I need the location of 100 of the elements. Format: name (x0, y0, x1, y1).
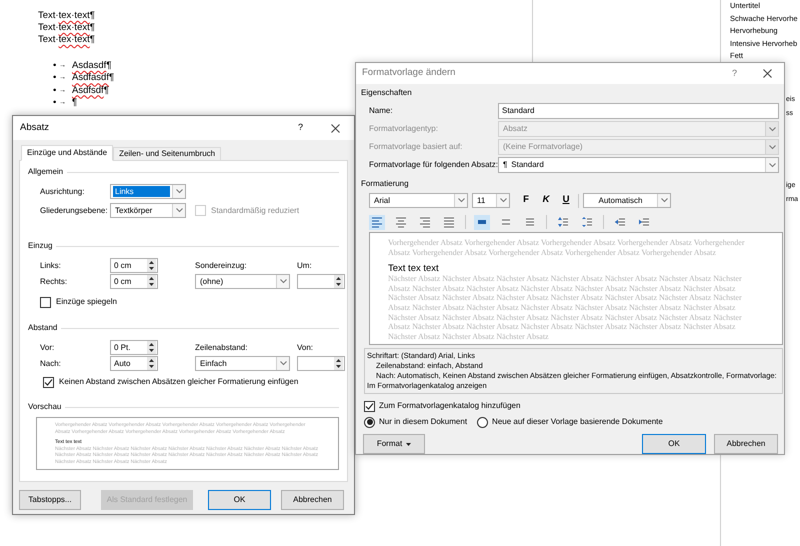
text-field[interactable]: Standard (498, 103, 779, 119)
dialog-button[interactable]: Abbrechen (281, 490, 344, 510)
paragraph-format-button[interactable] (393, 214, 409, 230)
spin-arrows-icon (334, 275, 343, 288)
close-icon[interactable] (763, 69, 772, 78)
section-heading: Einzug (28, 240, 52, 252)
section-heading: Allgemein (28, 166, 64, 178)
spin-arrows-icon (147, 341, 156, 354)
spin-arrows-icon (334, 357, 343, 370)
dialog-button[interactable]: OK (642, 434, 706, 454)
document-text: Text·tex·text¶ (38, 34, 95, 46)
list-bullet: • (53, 96, 58, 110)
preview-text: Nächster Absatz Nächster Absatz Nächster Absatz Nächster Absatz Nächster Absatz Nächster Absatz Nächster Absatz Nächster Absatz Nächster Absatz Nächster Absatz Nächster Absatz Nächster Absatz Nächster Absatz Nächster Absatz Nächster Absatz Nächster Absatz Nächster Absatz Nächster Absatz Nächster Absatz Nächster Absatz Nächster Absatz Nächster Absatz Nächster Absatz Nächster Absatz Nächster Absatz Nächster Absatz Nächster Absatz Nächster Absatz Nächster Absatz Nächster Absatz Nächster Absatz Nächster Absatz Nächster Absatz Nächster Absatz Nächster Absatz Nächster Absatz Nächster Absatz Nächster Absatz Nächster Absatz Nächster Absatz Nächster Absatz Nächster Absatz (388, 274, 743, 342)
document-text: Asdfsdf¶ (72, 84, 109, 97)
dialog-button[interactable]: Abbrechen (714, 434, 778, 454)
preview-text: Vorhergehender Absatz Vorhergehender Absatz Vorhergehender Absatz Vorhergehender Absatz Vorhergehender Absatz Vorhergehender Absatz Vorhergehender Absatz Vorhergehender Absatz Vorhergehender Absatz (388, 238, 746, 258)
chevron-down-icon (176, 208, 182, 213)
field-label: Vor: (40, 342, 56, 354)
radio-button[interactable] (364, 416, 375, 428)
field-label: Neue auf dieser Vorlage basierende Dokumente (492, 416, 663, 428)
paragraph-format-button[interactable] (441, 214, 457, 230)
paragraph-format-button[interactable] (474, 214, 490, 230)
align-right-icon (419, 216, 431, 228)
field-label: Sondereinzug: (195, 260, 248, 272)
section-heading: Eigenschaften (361, 87, 413, 99)
spin-field[interactable]: 0 cm (110, 258, 158, 273)
chevron-down-icon (176, 189, 182, 194)
field-label: Nur in diesem Dokument (379, 416, 468, 428)
outdent-icon (614, 216, 626, 228)
field-label: Formatvorlage basiert auf: (369, 141, 464, 153)
checkbox[interactable] (43, 376, 54, 388)
field-label: Von: (297, 342, 314, 354)
dropdown[interactable]: Links (110, 184, 186, 199)
spacing-arrows-icon (581, 216, 593, 228)
paragraph-format-button[interactable] (369, 214, 385, 230)
format-toggle[interactable]: U (558, 192, 574, 208)
document-text: Text·tex·text¶ (38, 10, 95, 22)
field-label: Links: (40, 260, 62, 272)
field-label: Rechts: (40, 276, 68, 288)
field-label: Standardmäßig reduziert (211, 204, 300, 216)
chevron-down-icon (280, 279, 286, 284)
chevron-down-icon (768, 144, 776, 150)
checkbox[interactable] (40, 296, 51, 308)
dialog-title: Formatvorlage ändern (362, 66, 456, 80)
field-label: Ausrichtung: (40, 186, 86, 198)
dropdown[interactable]: Textkörper (110, 203, 186, 218)
field-label: Zum Formatvorlagenkatalog hinzufügen (379, 400, 520, 412)
dialog-button[interactable]: Format (363, 434, 425, 454)
chevron-down-icon (500, 198, 506, 203)
close-icon[interactable] (331, 124, 340, 132)
spin-arrows-icon (147, 259, 156, 272)
dropdown[interactable]: ¶ Standard (498, 157, 779, 173)
field-label: Zeilenabstand: (195, 342, 248, 354)
spacing-arrows-icon (557, 216, 569, 228)
help-button[interactable]: ? (732, 66, 737, 80)
document-text: ¶ (72, 96, 78, 110)
spin-field[interactable]: 0 cm (110, 274, 158, 289)
radio-button[interactable] (477, 416, 488, 428)
spin-arrows-icon (147, 275, 156, 288)
document-text: Asdfasdf¶ (72, 72, 114, 85)
spin-field[interactable]: Auto (110, 356, 158, 371)
format-toggle[interactable]: K (538, 192, 554, 208)
double-spacing-icon (524, 216, 536, 228)
format-toggle[interactable]: F (518, 192, 534, 208)
dialog-button[interactable]: Tabstopps... (19, 490, 81, 510)
paragraph-format-button[interactable] (417, 214, 433, 230)
dropdown[interactable]: Automatisch (583, 193, 671, 208)
paragraph-format-button[interactable] (555, 214, 571, 230)
field-label: Keinen Abstand zwischen Absätzen gleicher Formatierung einfügen (59, 376, 298, 388)
checkbox[interactable] (364, 400, 375, 412)
section-heading: Formatierung (361, 178, 410, 190)
field-label: Name: (369, 105, 394, 117)
dialog-title: Absatz (20, 120, 50, 135)
field-label: Gliederungsebene: (40, 204, 109, 216)
chevron-down-icon (280, 361, 286, 366)
preview-sample: Text tex text (388, 263, 440, 274)
list-bullet: • (53, 84, 58, 97)
dropdown[interactable]: (ohne) (195, 274, 290, 289)
align-center-icon (395, 216, 407, 228)
dropdown[interactable]: Arial (369, 193, 468, 208)
chevron-down-icon (768, 126, 776, 132)
field-label: Formatvorlage für folgenden Absatz: (369, 159, 498, 171)
field-label: Nach: (40, 358, 62, 370)
indent-icon (638, 216, 650, 228)
spin-field[interactable] (297, 274, 345, 289)
document-text: Asdasdf¶ (72, 60, 112, 72)
tab[interactable]: Zeilen- und Seitenumbruch (113, 147, 222, 161)
document-text: Text·tex·text¶ (38, 22, 95, 34)
spin-field[interactable]: 0 Pt. (110, 340, 158, 355)
help-button[interactable]: ? (298, 121, 303, 135)
spin-field[interactable] (297, 356, 345, 371)
dialog-button[interactable]: OK (208, 490, 271, 510)
tab[interactable]: Einzüge und Abstände (21, 145, 114, 161)
list-bullet: • (53, 72, 58, 85)
list-bullet: • (53, 60, 58, 72)
dropdown[interactable]: 11 (472, 193, 510, 208)
field-label: Um: (297, 260, 313, 272)
dropdown[interactable]: Einfach (195, 356, 290, 371)
field-label: Formatvorlagentyp: (369, 123, 439, 135)
spin-arrows-icon (147, 357, 156, 370)
